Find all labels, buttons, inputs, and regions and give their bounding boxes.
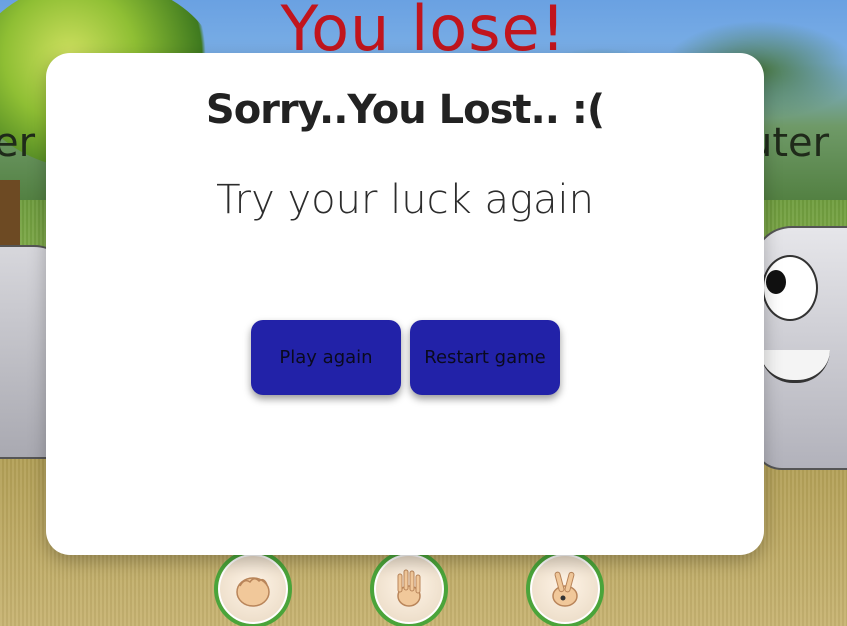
- modal-subtitle: Try your luck again: [216, 177, 594, 223]
- game-stage: er uter You lose! Sorry..You Lost.. :( T…: [0, 0, 847, 626]
- modal-title: Sorry..You Lost.. :(: [205, 87, 605, 133]
- play-again-button[interactable]: Play again: [251, 320, 401, 395]
- result-modal: Sorry..You Lost.. :( Try your luck again…: [46, 53, 764, 555]
- restart-game-button[interactable]: Restart game: [410, 320, 560, 395]
